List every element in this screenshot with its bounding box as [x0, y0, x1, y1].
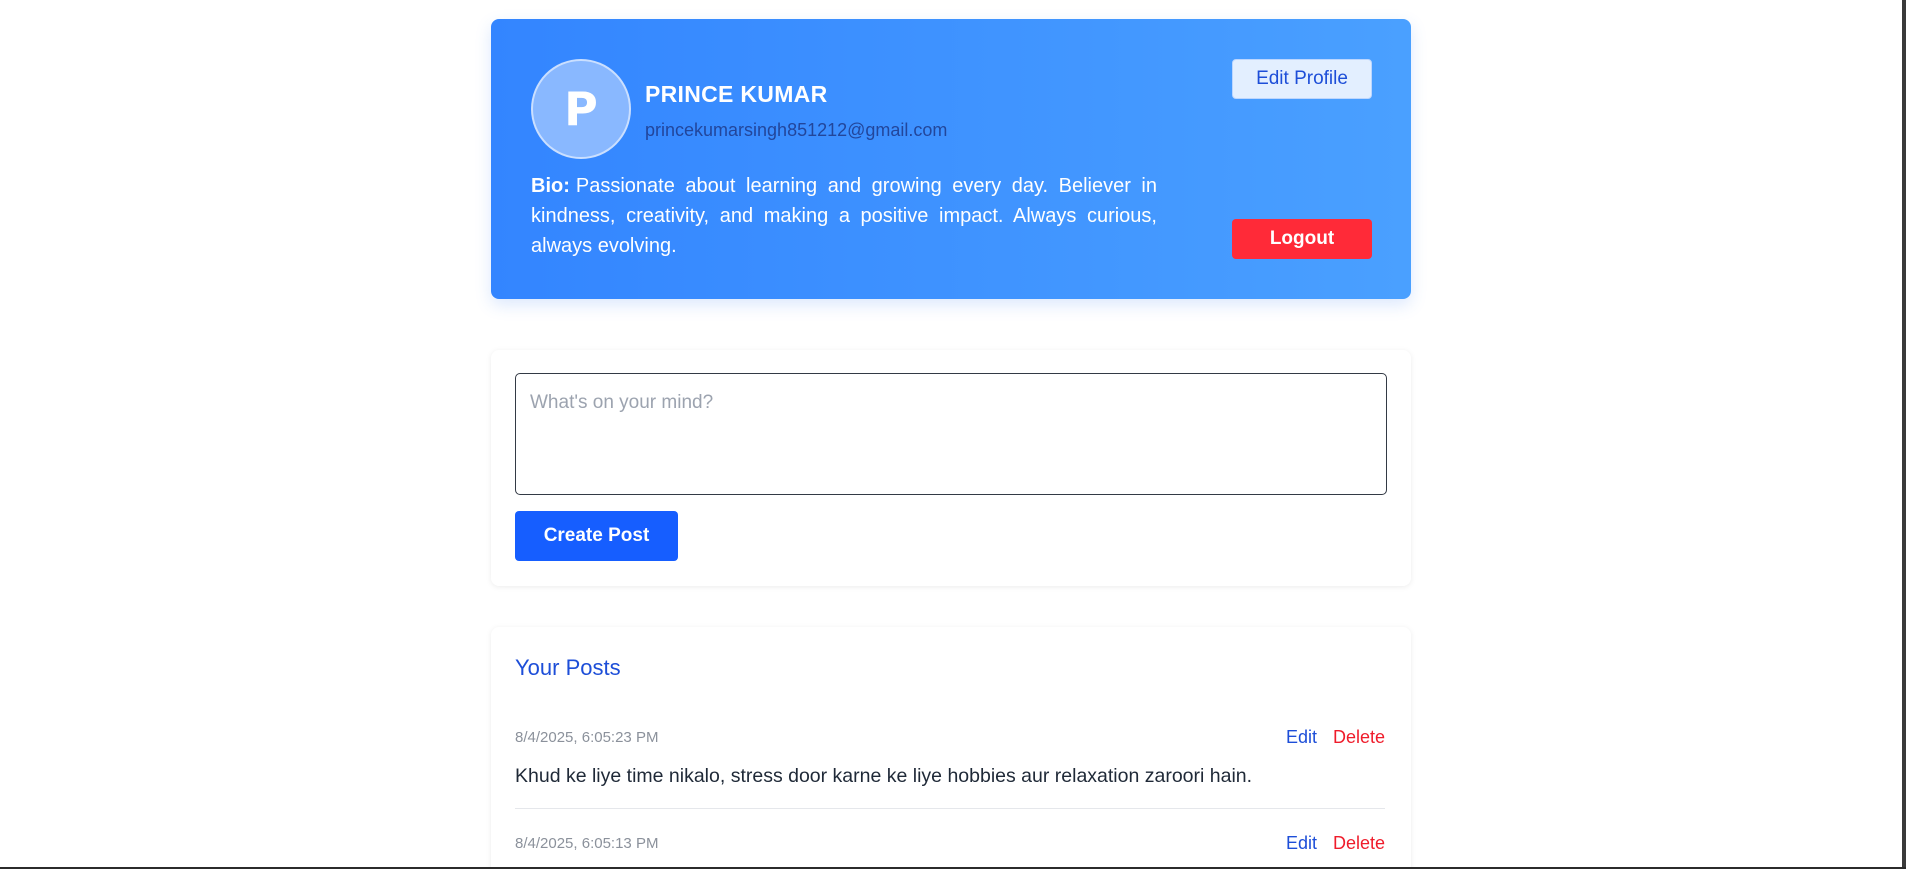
edit-profile-button[interactable]: Edit Profile — [1232, 59, 1372, 99]
post-input[interactable] — [515, 373, 1387, 495]
post-item: 8/4/2025, 6:05:23 PM Edit Delete Khud ke… — [515, 727, 1385, 809]
profile-bio: Bio: Passionate about learning and growin… — [531, 171, 1157, 261]
post-meta: 8/4/2025, 6:05:23 PM Edit Delete — [515, 727, 1385, 748]
post-edit-link[interactable]: Edit — [1286, 727, 1317, 748]
bio-label: Bio: — [531, 175, 570, 197]
avatar: P — [531, 59, 631, 159]
post-timestamp: 8/4/2025, 6:05:13 PM — [515, 835, 659, 852]
post-content: Khud ke liye time nikalo, stress door ka… — [515, 765, 1253, 787]
post-meta: 8/4/2025, 6:05:13 PM Edit Delete — [515, 833, 1385, 854]
profile-card: P PRINCE KUMAR princekumarsingh851212@gm… — [491, 19, 1411, 299]
window-scrollbar-edge[interactable] — [1902, 0, 1906, 869]
post-delete-link[interactable]: Delete — [1333, 833, 1385, 854]
logout-button[interactable]: Logout — [1232, 219, 1372, 259]
posts-title: Your Posts — [515, 655, 621, 680]
profile-name: PRINCE KUMAR — [645, 81, 828, 107]
create-post-button[interactable]: Create Post — [515, 511, 678, 561]
post-edit-link[interactable]: Edit — [1286, 833, 1317, 854]
post-composer-card: Create Post — [491, 350, 1411, 586]
avatar-letter: P — [564, 82, 598, 136]
post-timestamp: 8/4/2025, 6:05:23 PM — [515, 729, 659, 746]
bio-text: Passionate about learning and growing ev… — [531, 175, 1157, 257]
post-item: 8/4/2025, 6:05:13 PM Edit Delete — [515, 833, 1385, 854]
post-actions: Edit Delete — [1286, 727, 1385, 748]
post-actions: Edit Delete — [1286, 833, 1385, 854]
page: P PRINCE KUMAR princekumarsingh851212@gm… — [0, 0, 1906, 869]
post-delete-link[interactable]: Delete — [1333, 727, 1385, 748]
posts-card: Your Posts 8/4/2025, 6:05:23 PM Edit Del… — [491, 627, 1411, 869]
profile-email: princekumarsingh851212@gmail.com — [645, 120, 948, 140]
